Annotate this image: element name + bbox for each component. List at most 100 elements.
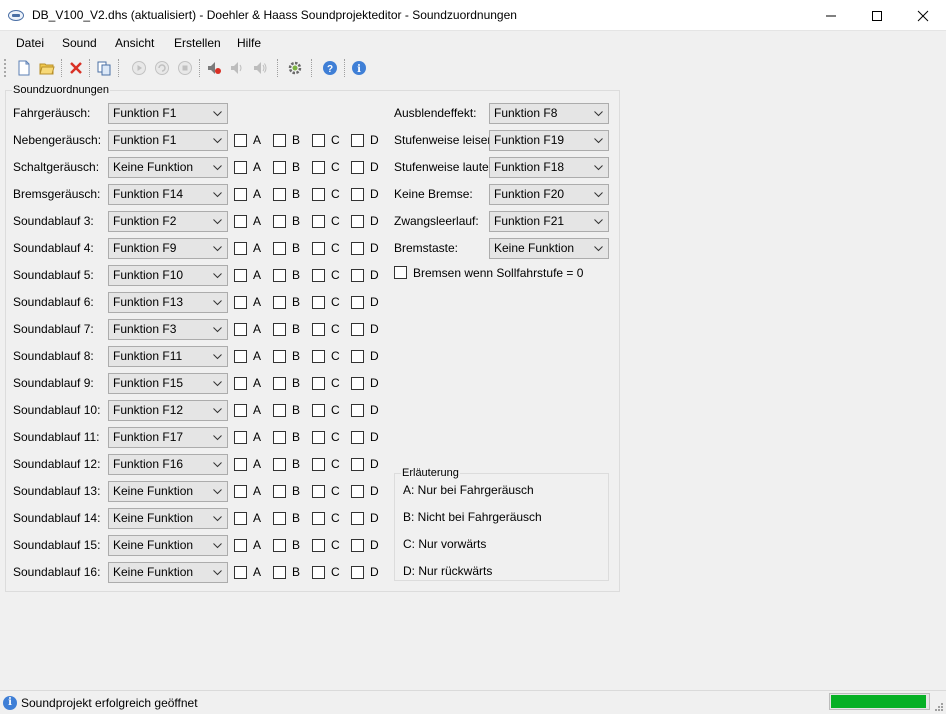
checkbox-b[interactable]: [273, 296, 286, 309]
checkbox-c[interactable]: [312, 188, 325, 201]
checkbox-a[interactable]: [234, 215, 247, 228]
minimize-button[interactable]: [808, 0, 854, 31]
function-select[interactable]: Funktion F20: [489, 184, 609, 205]
checkbox-a[interactable]: [234, 485, 247, 498]
checkbox-a[interactable]: [234, 377, 247, 390]
checkbox-b[interactable]: [273, 512, 286, 525]
function-select[interactable]: Funktion F21: [489, 211, 609, 232]
checkbox-b[interactable]: [273, 215, 286, 228]
checkbox-d[interactable]: [351, 296, 364, 309]
checkbox-d[interactable]: [351, 458, 364, 471]
function-select[interactable]: Funktion F1: [108, 130, 228, 151]
checkbox-b[interactable]: [273, 269, 286, 282]
checkbox-b[interactable]: [273, 323, 286, 336]
menu-hilfe[interactable]: Hilfe: [237, 36, 261, 50]
checkbox-c[interactable]: [312, 377, 325, 390]
function-select[interactable]: Funktion F8: [489, 103, 609, 124]
speaker-volume-button[interactable]: [250, 58, 270, 78]
checkbox-c[interactable]: [312, 296, 325, 309]
checkbox-d[interactable]: [351, 485, 364, 498]
info-button[interactable]: i: [349, 58, 369, 78]
checkbox-d[interactable]: [351, 512, 364, 525]
delete-button[interactable]: [66, 58, 86, 78]
speaker-mute-button[interactable]: [204, 58, 224, 78]
function-select[interactable]: Keine Funktion: [108, 481, 228, 502]
checkbox-a[interactable]: [234, 269, 247, 282]
checkbox-b[interactable]: [273, 404, 286, 417]
function-select[interactable]: Funktion F9: [108, 238, 228, 259]
checkbox-a[interactable]: [234, 161, 247, 174]
function-select[interactable]: Funktion F13: [108, 292, 228, 313]
play-button[interactable]: [129, 58, 149, 78]
checkbox-c[interactable]: [312, 134, 325, 147]
function-select[interactable]: Funktion F10: [108, 265, 228, 286]
toolbar-grip[interactable]: [4, 59, 6, 77]
checkbox-d[interactable]: [351, 161, 364, 174]
menu-erstellen[interactable]: Erstellen: [174, 36, 221, 50]
stop-button[interactable]: [175, 58, 195, 78]
menu-sound[interactable]: Sound: [62, 36, 97, 50]
checkbox-a[interactable]: [234, 539, 247, 552]
checkbox-a[interactable]: [234, 242, 247, 255]
new-file-button[interactable]: [14, 58, 34, 78]
app-icon[interactable]: [8, 10, 24, 21]
maximize-button[interactable]: [854, 0, 900, 31]
function-select[interactable]: Funktion F15: [108, 373, 228, 394]
settings-button[interactable]: [285, 58, 305, 78]
checkbox-c[interactable]: [312, 512, 325, 525]
checkbox-a[interactable]: [234, 431, 247, 444]
loop-button[interactable]: [152, 58, 172, 78]
checkbox-b[interactable]: [273, 458, 286, 471]
checkbox-a[interactable]: [234, 350, 247, 363]
checkbox-d[interactable]: [351, 539, 364, 552]
checkbox-c[interactable]: [312, 404, 325, 417]
checkbox-c[interactable]: [312, 269, 325, 282]
function-select[interactable]: Funktion F11: [108, 346, 228, 367]
checkbox-d[interactable]: [351, 431, 364, 444]
checkbox-b[interactable]: [273, 350, 286, 363]
checkbox-d[interactable]: [351, 566, 364, 579]
checkbox-c[interactable]: [312, 539, 325, 552]
checkbox-d[interactable]: [351, 323, 364, 336]
checkbox-d[interactable]: [351, 350, 364, 363]
function-select[interactable]: Keine Funktion: [489, 238, 609, 259]
checkbox-b[interactable]: [273, 485, 286, 498]
checkbox-b[interactable]: [273, 566, 286, 579]
checkbox-c[interactable]: [312, 215, 325, 228]
checkbox-d[interactable]: [351, 242, 364, 255]
checkbox-d[interactable]: [351, 377, 364, 390]
function-select[interactable]: Funktion F17: [108, 427, 228, 448]
checkbox-c[interactable]: [312, 431, 325, 444]
checkbox-a[interactable]: [234, 404, 247, 417]
checkbox-a[interactable]: [234, 512, 247, 525]
help-button[interactable]: ?: [320, 58, 340, 78]
checkbox-c[interactable]: [312, 350, 325, 363]
checkbox-a[interactable]: [234, 323, 247, 336]
checkbox-c[interactable]: [312, 161, 325, 174]
menu-ansicht[interactable]: Ansicht: [115, 36, 154, 50]
checkbox-c[interactable]: [312, 485, 325, 498]
checkbox-a[interactable]: [234, 188, 247, 201]
checkbox-c[interactable]: [312, 323, 325, 336]
checkbox-c[interactable]: [312, 458, 325, 471]
function-select[interactable]: Funktion F2: [108, 211, 228, 232]
checkbox-a[interactable]: [234, 296, 247, 309]
checkbox-d[interactable]: [351, 215, 364, 228]
menu-datei[interactable]: Datei: [16, 36, 44, 50]
function-select[interactable]: Funktion F16: [108, 454, 228, 475]
function-select[interactable]: Funktion F18: [489, 157, 609, 178]
checkbox-b[interactable]: [273, 377, 286, 390]
function-select[interactable]: Funktion F19: [489, 130, 609, 151]
function-select[interactable]: Keine Funktion: [108, 157, 228, 178]
resize-grip-icon[interactable]: [934, 702, 944, 712]
checkbox-d[interactable]: [351, 188, 364, 201]
copy-button[interactable]: [94, 58, 114, 78]
function-select[interactable]: Keine Funktion: [108, 562, 228, 583]
checkbox-a[interactable]: [234, 458, 247, 471]
checkbox-b[interactable]: [273, 134, 286, 147]
function-select[interactable]: Funktion F14: [108, 184, 228, 205]
function-select[interactable]: Funktion F3: [108, 319, 228, 340]
function-select[interactable]: Funktion F1: [108, 103, 228, 124]
checkbox-c[interactable]: [312, 242, 325, 255]
function-select[interactable]: Keine Funktion: [108, 535, 228, 556]
